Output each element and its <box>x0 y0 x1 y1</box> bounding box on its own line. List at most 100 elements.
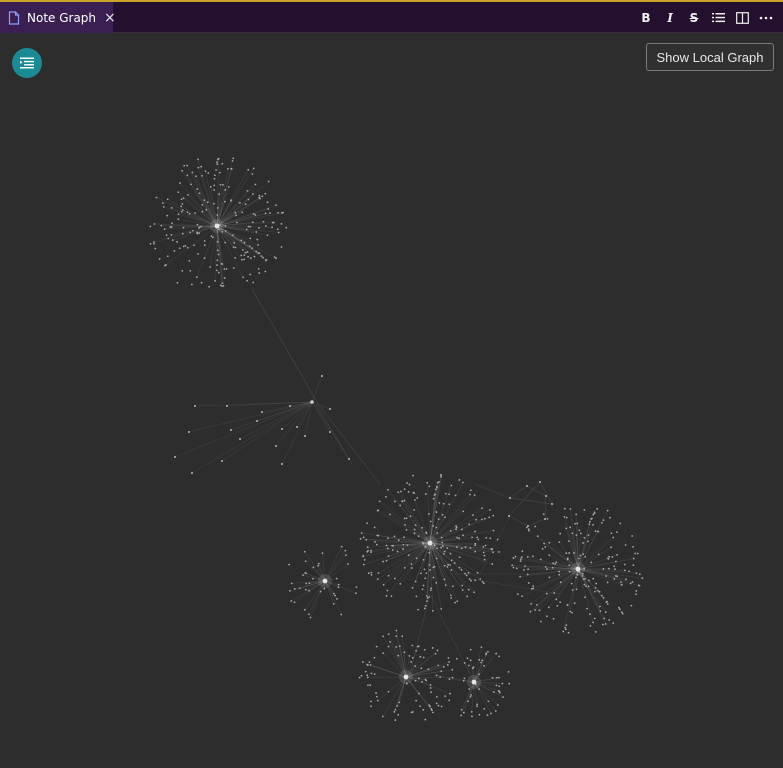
graph-node[interactable] <box>497 551 500 553</box>
graph-node[interactable] <box>536 535 539 538</box>
graph-node[interactable] <box>481 580 484 583</box>
graph-node[interactable] <box>198 232 201 234</box>
graph-node[interactable] <box>462 711 465 714</box>
graph-node[interactable] <box>222 184 224 186</box>
graph-node[interactable] <box>251 173 254 175</box>
graph-node[interactable] <box>448 678 451 680</box>
graph-node[interactable] <box>407 490 410 493</box>
italic-icon[interactable]: I <box>663 11 677 25</box>
graph-node[interactable] <box>170 234 173 236</box>
graph-node[interactable] <box>440 474 443 476</box>
graph-node[interactable] <box>387 555 390 558</box>
graph-node[interactable] <box>303 608 306 611</box>
graph-node[interactable] <box>482 551 485 554</box>
strikethrough-icon[interactable]: S <box>687 11 701 25</box>
graph-node[interactable] <box>592 523 594 526</box>
outline-icon[interactable] <box>12 48 42 78</box>
graph-node[interactable] <box>262 220 265 223</box>
graph-node[interactable] <box>524 565 526 567</box>
graph-node[interactable] <box>252 281 255 284</box>
graph-node[interactable] <box>385 544 388 547</box>
graph-node[interactable] <box>543 542 546 545</box>
graph-node[interactable] <box>612 536 615 539</box>
graph-node[interactable] <box>184 244 187 247</box>
graph-node[interactable] <box>547 606 550 609</box>
graph-node[interactable] <box>460 714 462 717</box>
graph-node[interactable] <box>435 526 438 529</box>
graph-node[interactable] <box>546 517 549 520</box>
graph-node[interactable] <box>405 517 408 520</box>
graph-node[interactable] <box>410 661 412 663</box>
graph-node[interactable] <box>241 258 243 261</box>
graph-node[interactable] <box>471 667 474 670</box>
graph-node[interactable] <box>435 674 438 677</box>
graph-node[interactable] <box>496 538 499 541</box>
graph-node[interactable] <box>608 555 611 558</box>
graph-node[interactable] <box>412 491 415 494</box>
graph-node[interactable] <box>454 494 457 497</box>
graph-node[interactable] <box>422 584 425 587</box>
graph-node[interactable] <box>559 581 562 584</box>
graph-node[interactable] <box>487 650 489 653</box>
graph-node[interactable] <box>484 544 487 547</box>
graph-node[interactable] <box>451 668 454 671</box>
graph-node[interactable] <box>615 560 617 563</box>
graph-node[interactable] <box>511 564 514 567</box>
graph-node[interactable] <box>285 226 288 229</box>
graph-node[interactable] <box>395 645 398 648</box>
graph-node[interactable] <box>387 645 390 648</box>
graph-node[interactable] <box>426 481 429 484</box>
graph-node[interactable] <box>423 607 426 610</box>
graph-node[interactable] <box>539 558 542 561</box>
graph-node[interactable] <box>485 653 487 656</box>
graph-node[interactable] <box>403 517 406 520</box>
graph-node[interactable] <box>337 583 340 586</box>
graph-node[interactable] <box>470 489 472 492</box>
graph-node[interactable] <box>411 644 414 647</box>
graph-node[interactable] <box>289 405 291 407</box>
graph-node[interactable] <box>441 541 444 544</box>
graph-node[interactable] <box>398 645 401 648</box>
graph-node[interactable] <box>564 626 567 629</box>
graph-node[interactable] <box>581 575 584 577</box>
graph-node[interactable] <box>602 568 605 570</box>
graph-node[interactable] <box>415 649 418 652</box>
graph-node[interactable] <box>575 534 578 537</box>
graph-node[interactable] <box>586 607 588 610</box>
graph-node[interactable] <box>469 493 471 496</box>
graph-node[interactable] <box>317 564 319 567</box>
graph-node[interactable] <box>395 635 398 638</box>
graph-node[interactable] <box>362 563 365 566</box>
graph-node[interactable] <box>551 503 553 505</box>
graph-node[interactable] <box>355 586 358 589</box>
graph-node[interactable] <box>468 688 471 690</box>
graph-node[interactable] <box>422 708 425 711</box>
graph-node[interactable] <box>479 578 482 580</box>
graph-node[interactable] <box>571 532 574 535</box>
graph-node[interactable] <box>555 561 558 564</box>
graph-node[interactable] <box>480 661 483 664</box>
graph-node[interactable] <box>232 246 235 248</box>
graph-node[interactable] <box>508 682 511 685</box>
graph-node[interactable] <box>208 285 211 288</box>
graph-node[interactable] <box>436 532 439 534</box>
graph-node[interactable] <box>498 691 501 694</box>
graph-node[interactable] <box>474 544 477 547</box>
graph-node[interactable] <box>153 242 155 245</box>
graph-node[interactable] <box>481 518 483 521</box>
graph-node[interactable] <box>205 208 208 211</box>
list-icon[interactable] <box>711 11 725 25</box>
graph-node[interactable] <box>594 631 597 633</box>
graph-node[interactable] <box>194 405 196 407</box>
graph-node[interactable] <box>569 526 572 529</box>
graph-node[interactable] <box>588 523 591 526</box>
graph-node[interactable] <box>602 623 604 626</box>
graph-node[interactable] <box>200 281 203 284</box>
graph-node[interactable] <box>329 408 331 410</box>
graph-node[interactable] <box>430 691 433 693</box>
graph-node[interactable] <box>428 551 431 554</box>
graph-node[interactable] <box>555 598 558 601</box>
graph-node[interactable] <box>191 472 193 474</box>
graph-node[interactable] <box>461 481 464 484</box>
graph-node[interactable] <box>468 664 470 667</box>
